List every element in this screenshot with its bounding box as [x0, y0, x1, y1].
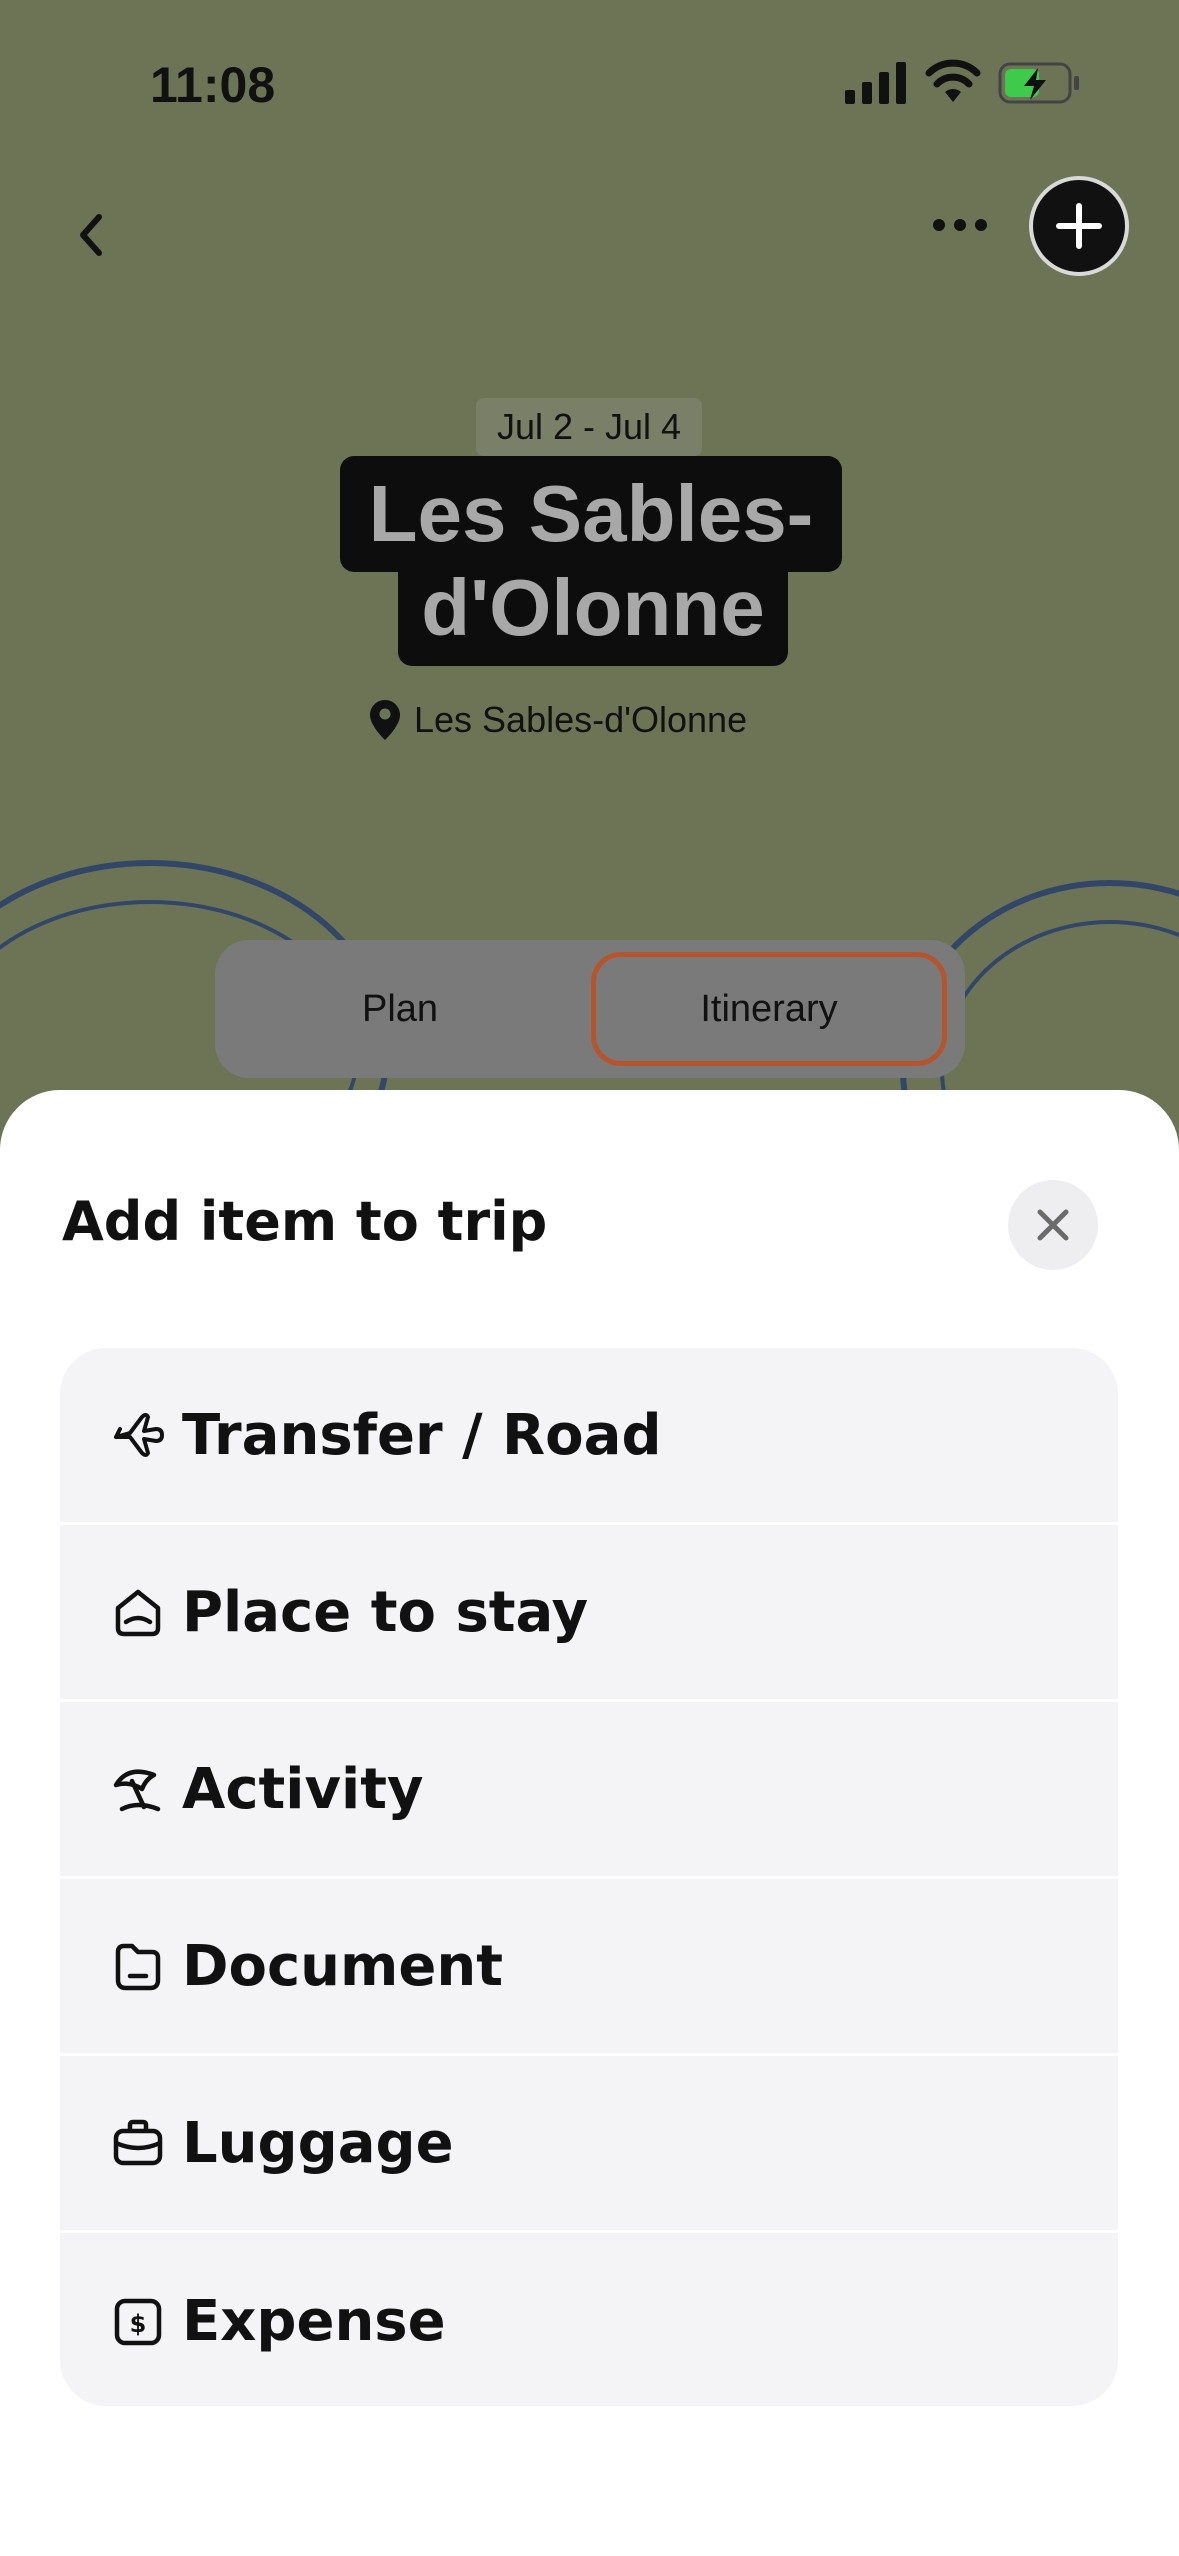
tab-plan[interactable]: Plan [235, 952, 565, 1066]
menu-item-place-to-stay[interactable]: Place to stay [60, 1525, 1118, 1702]
trip-dates: Jul 2 - Jul 4 [476, 398, 702, 456]
tab-itinerary-label: Itinerary [700, 987, 838, 1030]
add-item-button[interactable] [1029, 176, 1129, 276]
menu-item-label: Transfer / Road [182, 1402, 662, 1468]
location-pin-icon [370, 700, 400, 740]
menu-item-label: Activity [182, 1756, 424, 1822]
trip-title-line2: d'Olonne [398, 550, 788, 666]
house-icon [110, 1580, 174, 1644]
svg-text:$: $ [130, 2310, 147, 2338]
menu-item-label: Expense [182, 2289, 446, 2354]
plus-icon [1056, 203, 1102, 249]
status-bar: 11:08 [0, 0, 1179, 170]
menu-item-label: Place to stay [182, 1579, 589, 1645]
back-button[interactable] [60, 200, 120, 270]
add-item-sheet: Add item to trip Transfer / Road Place t… [0, 1090, 1179, 2556]
dollar-icon: $ [110, 2290, 174, 2354]
view-tabs: Plan Itinerary [215, 940, 965, 1078]
menu-item-transfer-road[interactable]: Transfer / Road [60, 1348, 1118, 1525]
more-options-button[interactable] [925, 200, 995, 250]
item-type-list: Transfer / Road Place to stay Activity D… [60, 1348, 1118, 2406]
folder-icon [110, 1934, 174, 1998]
chevron-left-icon [80, 214, 102, 256]
tab-plan-label: Plan [361, 987, 439, 1030]
cellular-signal-icon [845, 62, 906, 104]
status-time: 11:08 [150, 57, 276, 113]
plane-icon [110, 1403, 174, 1467]
close-icon [1037, 1209, 1069, 1241]
menu-item-document[interactable]: Document [60, 1879, 1118, 2056]
menu-item-expense[interactable]: $ Expense [60, 2233, 1118, 2406]
ellipsis-icon [933, 219, 987, 231]
menu-item-label: Document [182, 1933, 503, 1999]
suitcase-icon [110, 2111, 174, 2175]
beach-umbrella-icon [110, 1757, 174, 1821]
trip-location-label: Les Sables-d'Olonne [414, 699, 748, 740]
sheet-title: Add item to trip [62, 1190, 548, 1253]
trip-location: Les Sables-d'Olonne [370, 690, 747, 750]
battery-charging-icon [998, 62, 1079, 104]
menu-item-luggage[interactable]: Luggage [60, 2056, 1118, 2233]
tab-itinerary[interactable]: Itinerary [591, 952, 947, 1066]
menu-item-label: Luggage [182, 2110, 454, 2176]
wifi-icon [925, 59, 981, 102]
close-button[interactable] [1008, 1180, 1098, 1270]
menu-item-activity[interactable]: Activity [60, 1702, 1118, 1879]
